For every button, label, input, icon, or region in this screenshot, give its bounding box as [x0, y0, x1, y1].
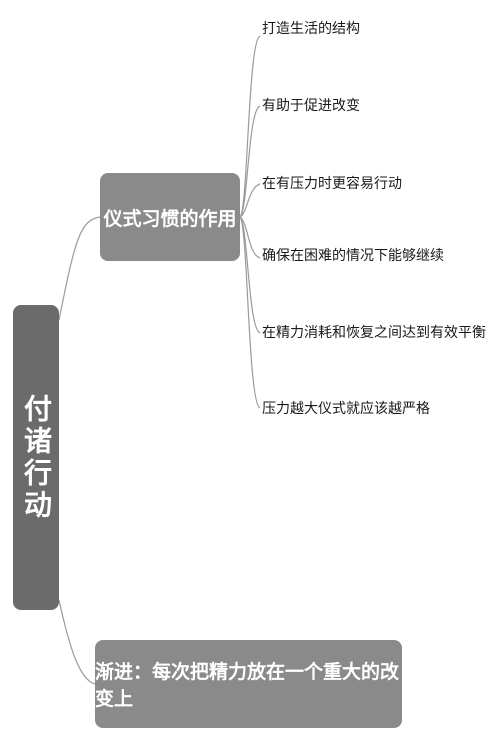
connector-ritual-to-leaf-1 — [239, 35, 261, 218]
leaf-item[interactable]: 确保在困难的情况下能够继续 — [262, 245, 444, 265]
leaf-item[interactable]: 压力越大仪式就应该越严格 — [262, 398, 430, 418]
connector-root-to-gradual — [58, 599, 96, 685]
root-label: 付诸行动 — [20, 393, 53, 522]
branch-label: 渐进：每次把精力放在一个重大的改变上 — [95, 661, 400, 710]
root-node[interactable]: 付诸行动 — [13, 305, 59, 610]
connector-ritual-to-leaf-6 — [239, 216, 261, 409]
branch-label: 仪式习惯的作用 — [103, 207, 237, 230]
branch-node-gradual[interactable]: 渐进：每次把精力放在一个重大的改变上 — [95, 640, 402, 728]
connector-lines — [58, 35, 261, 685]
connector-root-to-ritual — [58, 216, 101, 321]
mind-map-canvas: 付诸行动 仪式习惯的作用 打造生活的结构 有助于促进改变 在有压力时更容易行动 … — [0, 0, 491, 744]
leaf-item[interactable]: 在有压力时更容易行动 — [262, 173, 402, 193]
leaf-item[interactable]: 在精力消耗和恢复之间达到有效平衡 — [262, 322, 486, 342]
branch-node-ritual-habits[interactable]: 仪式习惯的作用 — [100, 173, 240, 261]
leaf-item[interactable]: 打造生活的结构 — [262, 18, 360, 38]
leaf-item[interactable]: 有助于促进改变 — [262, 95, 360, 115]
